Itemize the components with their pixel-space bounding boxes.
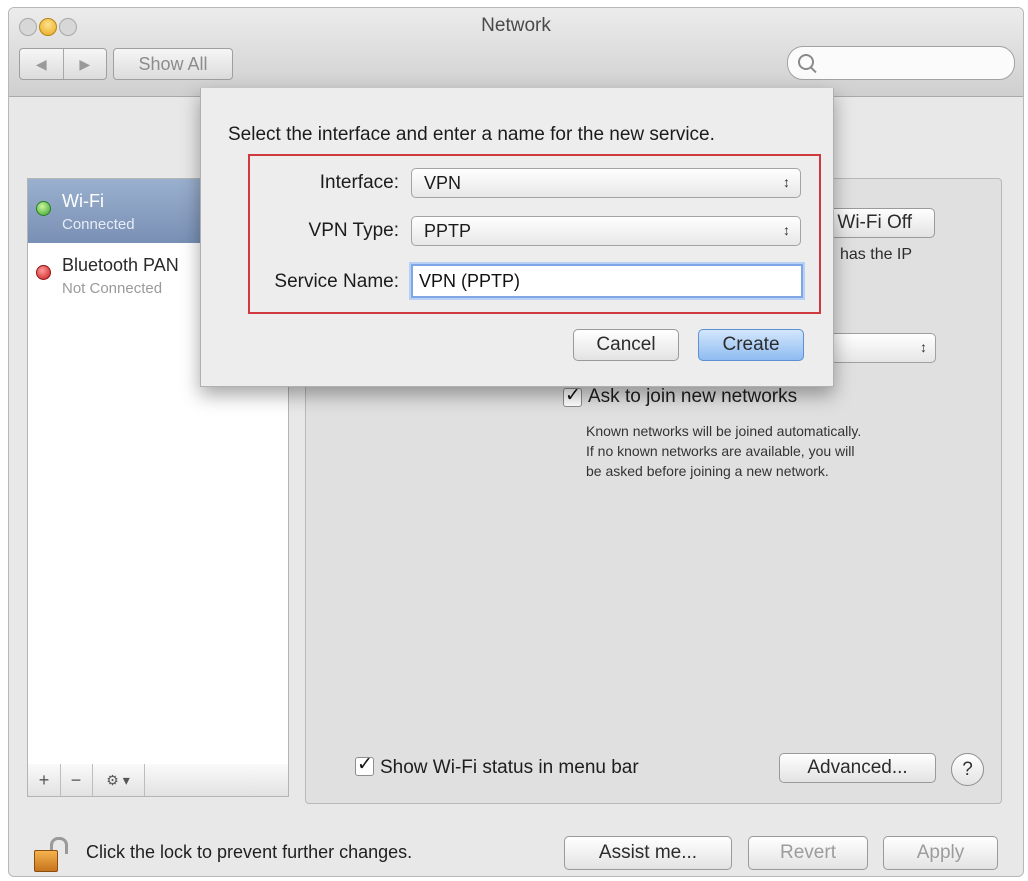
service-name: Wi-Fi [62, 191, 104, 211]
forward-button[interactable]: ▶ [62, 49, 107, 79]
window-title: Network [481, 15, 551, 36]
status-dot-icon [36, 265, 51, 280]
service-status: Connected [62, 216, 135, 233]
interface-popup[interactable]: VPN ↕ [411, 168, 801, 198]
service-name-label: Service Name: [274, 271, 399, 292]
search-icon [798, 54, 814, 70]
service-name-input[interactable]: VPN (PPTP) [411, 264, 803, 298]
ask-to-join-checkbox[interactable] [563, 384, 582, 407]
help-line: Known networks will be joined automatica… [586, 423, 862, 439]
gear-icon[interactable]: ⚙ ▾ [92, 764, 145, 796]
ask-to-join-label: Ask to join new networks [588, 386, 798, 407]
vpn-type-label: VPN Type: [308, 220, 399, 241]
advanced-button[interactable]: Advanced... [779, 753, 936, 783]
service-name: Bluetooth PAN [62, 255, 179, 275]
updown-arrows-icon: ↕ [783, 174, 790, 190]
status-description: has the IP [840, 246, 913, 263]
apply-button[interactable]: Apply [883, 836, 998, 870]
help-line: If no known networks are available, you … [586, 443, 855, 459]
show-wifi-status-label: Show Wi-Fi status in menu bar [380, 757, 639, 778]
network-name-popup[interactable]: ↕ [830, 333, 936, 363]
search-field[interactable] [787, 46, 1015, 80]
interface-label: Interface: [319, 172, 399, 193]
new-service-sheet: Select the interface and enter a name fo… [200, 88, 834, 387]
back-button[interactable]: ◀ [20, 49, 63, 79]
create-button[interactable]: Create [698, 329, 804, 361]
ask-to-join-help: Known networks will be joined automatica… [586, 421, 936, 481]
title-bar: Network ◀ ▶ Show All [9, 8, 1023, 97]
updown-arrows-icon: ↕ [920, 339, 927, 355]
service-list-toolbar: + − ⚙ ▾ [27, 764, 289, 797]
cancel-button[interactable]: Cancel [573, 329, 679, 361]
updown-arrows-icon: ↕ [783, 222, 790, 238]
help-button[interactable]: ? [951, 753, 984, 786]
vpn-type-popup[interactable]: PPTP ↕ [411, 216, 801, 246]
add-service-button[interactable]: + [28, 764, 61, 796]
interface-value: VPN [424, 172, 462, 193]
status-dot-icon [36, 201, 51, 216]
service-status: Not Connected [62, 280, 163, 297]
lock-icon[interactable] [34, 837, 68, 872]
nav-back-forward: ◀ ▶ [19, 48, 107, 80]
revert-button[interactable]: Revert [748, 836, 868, 870]
remove-service-button[interactable]: − [60, 764, 93, 796]
sheet-prompt: Select the interface and enter a name fo… [228, 124, 715, 145]
vpn-type-value: PPTP [424, 220, 472, 241]
assist-me-button[interactable]: Assist me... [564, 836, 732, 870]
lock-message: Click the lock to prevent further change… [86, 842, 413, 862]
show-wifi-status-checkbox[interactable] [355, 753, 374, 776]
show-all-button[interactable]: Show All [113, 48, 233, 80]
help-line: be asked before joining a new network. [586, 463, 829, 479]
